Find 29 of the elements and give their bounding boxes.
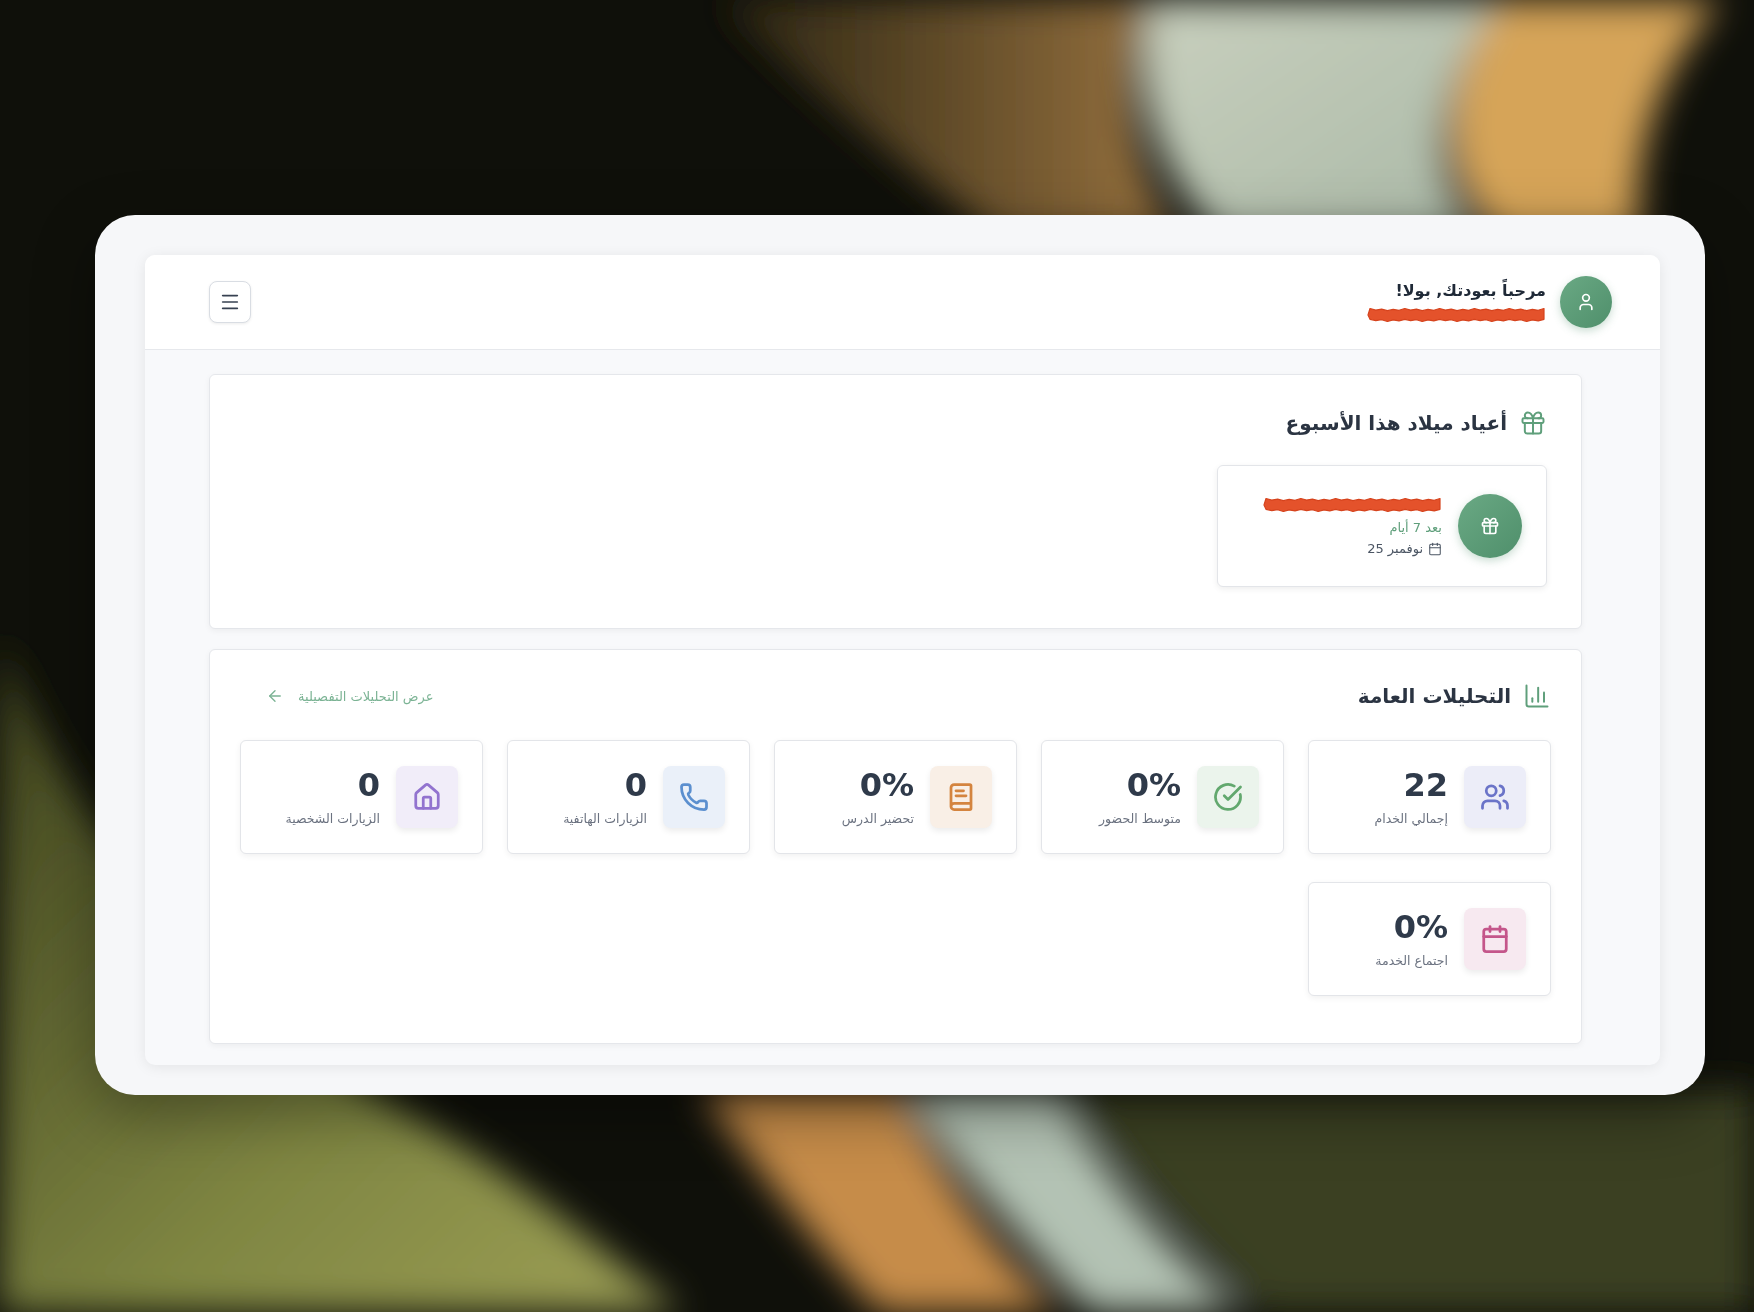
gift-icon <box>1519 409 1547 437</box>
stat-value: 0% <box>859 768 914 801</box>
panel-title: التحليلات العامة <box>1357 684 1511 708</box>
panel-title: أعياد ميلاد هذا الأسبوع <box>1285 411 1507 435</box>
welcome-text: مرحباً بعودتك, بولا! <box>1395 280 1546 300</box>
calendar-icon <box>1428 541 1442 556</box>
stat-label: متوسط الحضور <box>1099 810 1181 826</box>
stat-value: 0 <box>624 768 647 801</box>
avatar-icon <box>1560 276 1612 328</box>
stat-label: إجمالي الخدام <box>1374 810 1448 826</box>
menu-button[interactable] <box>209 281 251 323</box>
view-details-link[interactable]: عرض التحليلات التفصيلية <box>266 687 434 705</box>
birthday-date: نوفمبر 25 <box>1367 541 1423 556</box>
stat-label: اجتماع الخدمة <box>1375 952 1448 968</box>
people-icon <box>1464 766 1526 828</box>
stat-value: 22 <box>1403 768 1448 801</box>
book-icon <box>930 766 992 828</box>
gift-icon <box>1458 494 1522 558</box>
stat-value: 0 <box>357 768 380 801</box>
countdown-text: بعد 7 أيام <box>1389 520 1442 535</box>
bar-chart-icon <box>1523 682 1551 710</box>
stat-label: الزيارات الهاتفية <box>563 810 647 826</box>
stat-value: 0% <box>1393 910 1448 943</box>
stat-label: الزيارات الشخصية <box>285 810 380 826</box>
stat-label: تحضير الدرس <box>841 810 914 826</box>
calendar-icon <box>1464 908 1526 970</box>
phone-icon <box>663 766 725 828</box>
house-icon <box>396 766 458 828</box>
stat-value: 0% <box>1126 768 1181 801</box>
